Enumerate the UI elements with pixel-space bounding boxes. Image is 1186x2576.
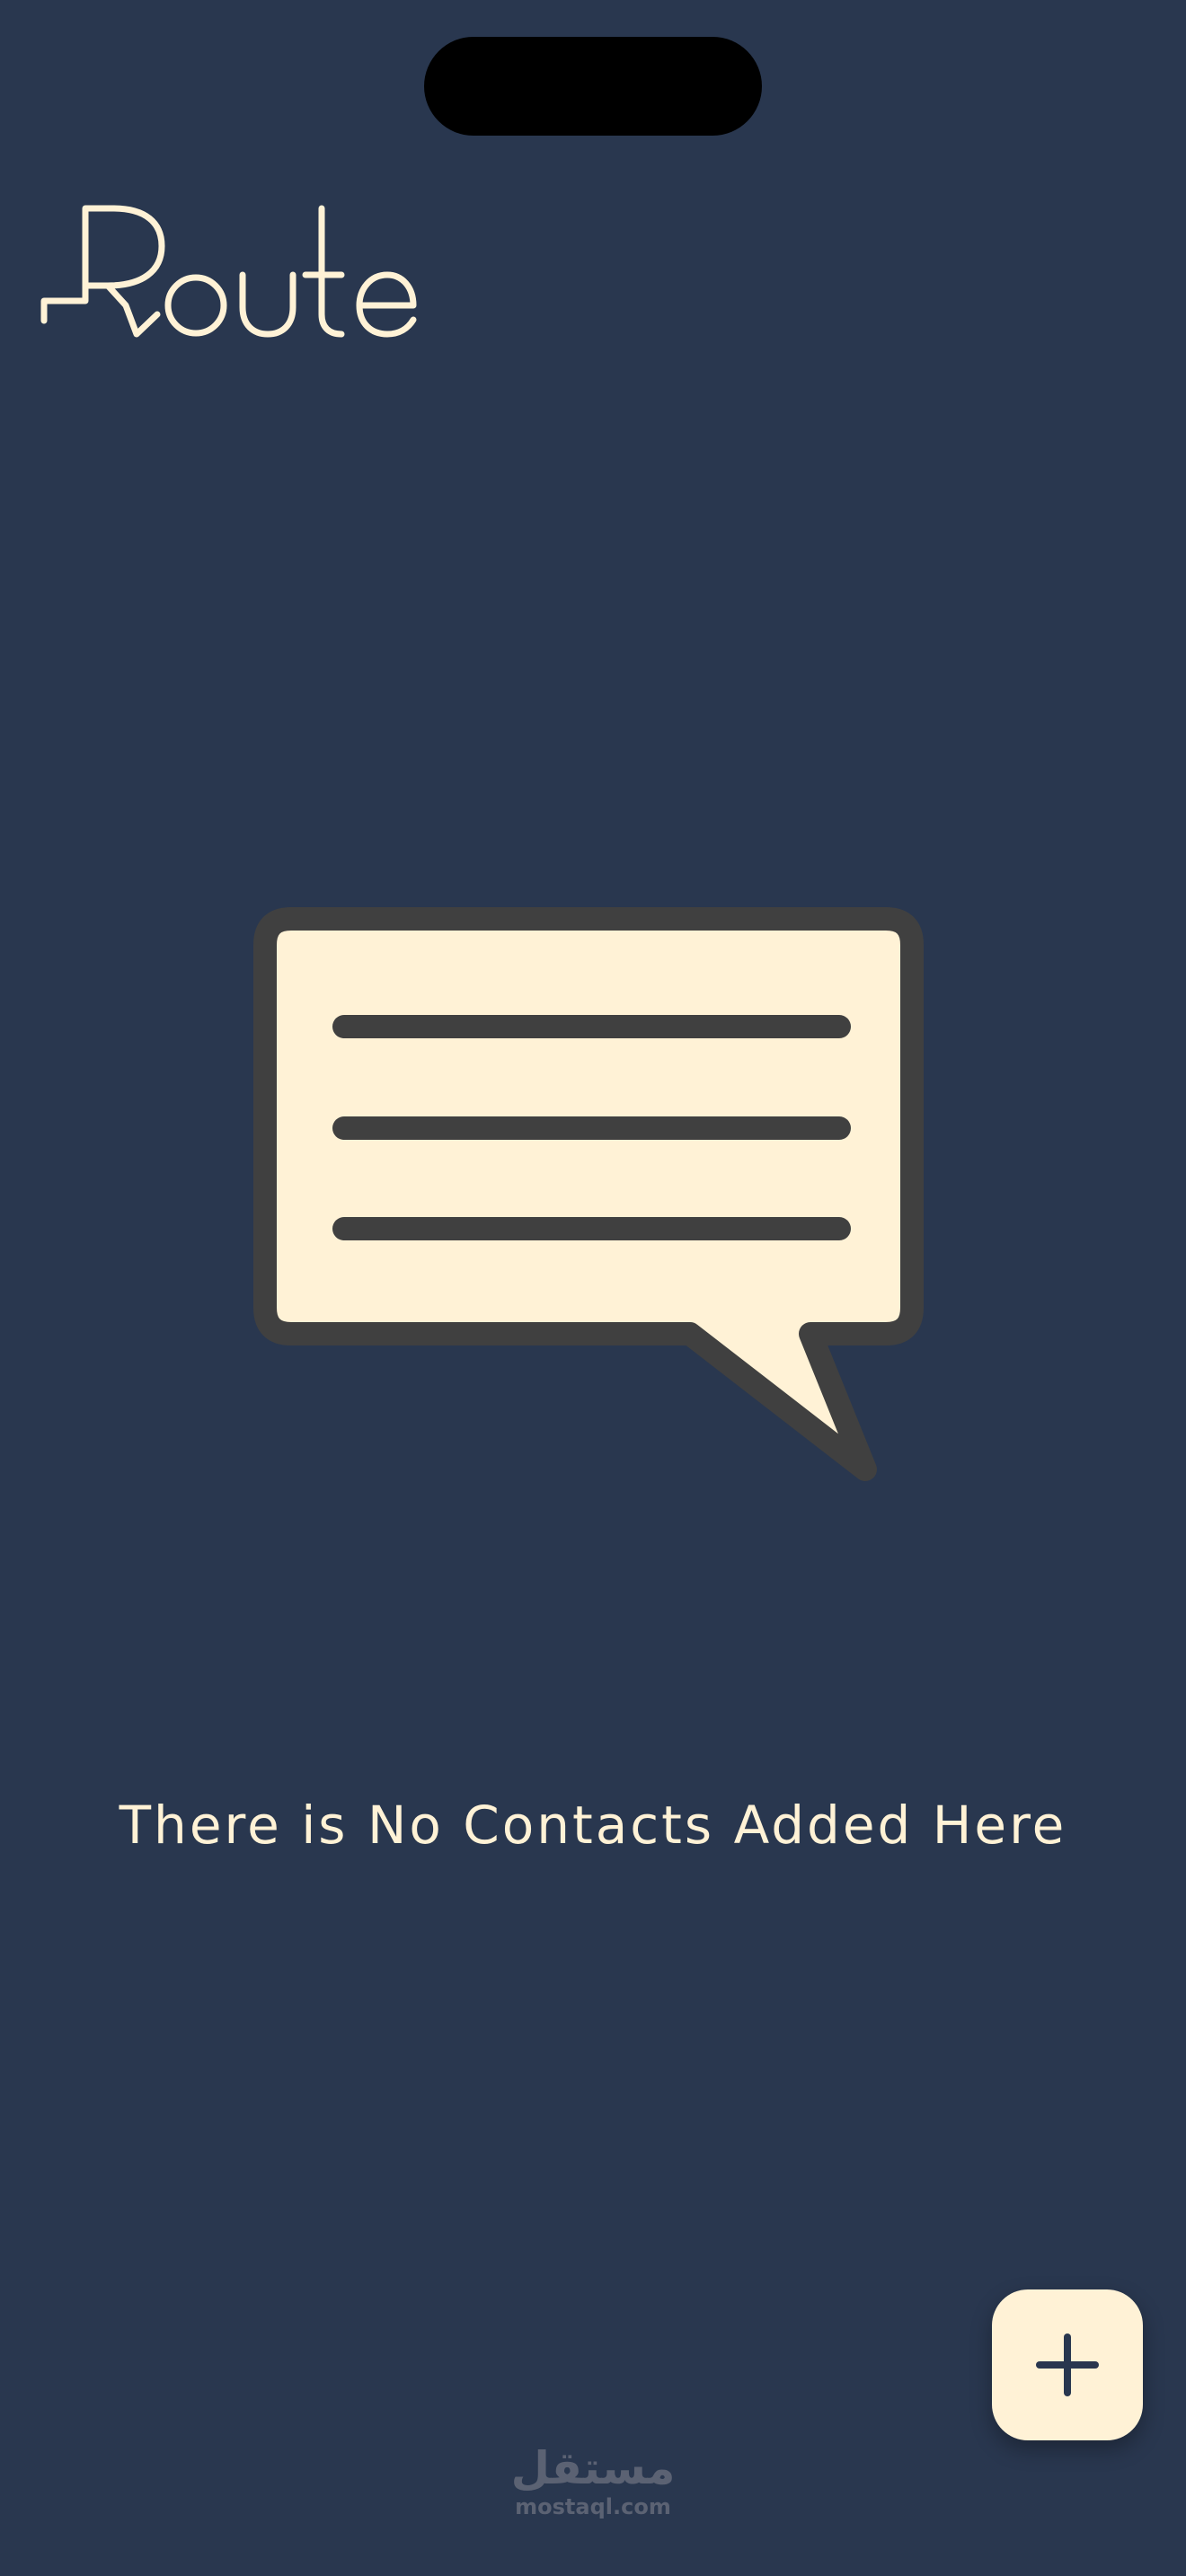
mostaql-watermark: مستقل mostaql.com [503,2443,683,2524]
plus-icon [1036,2333,1099,2396]
route-logo [36,199,449,352]
watermark-arabic-text: مستقل [510,2442,676,2494]
contacts-screen: There is No Contacts Added Here مستقل mo… [0,0,1186,2576]
chat-bubble-icon [252,907,934,1491]
empty-state-message: There is No Contacts Added Here [119,1795,1067,1856]
add-contact-button[interactable] [992,2289,1143,2440]
dynamic-island [424,37,762,136]
watermark-domain-text: mostaql.com [515,2494,671,2519]
